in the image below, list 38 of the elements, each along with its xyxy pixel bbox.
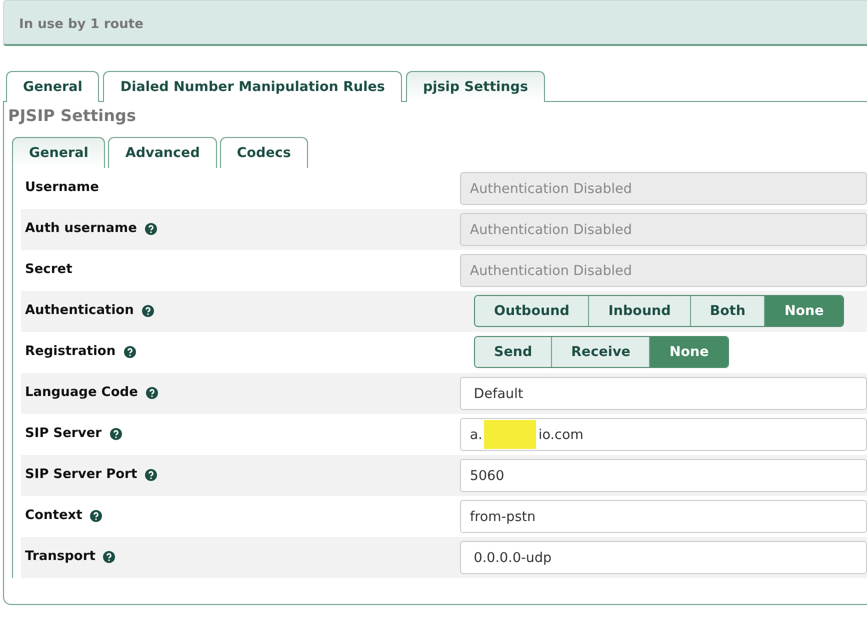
help-icon[interactable] <box>90 510 102 522</box>
tab[interactable]: General <box>6 71 100 102</box>
field-label: Authentication <box>25 303 134 318</box>
toggle-option[interactable]: Send <box>475 337 552 367</box>
field-label: SIP Server Port <box>25 467 138 482</box>
input-field[interactable]: from-pstn <box>460 500 867 533</box>
help-icon[interactable] <box>146 386 158 398</box>
redaction-mark <box>484 420 536 449</box>
field-label: SIP Server <box>25 426 102 441</box>
tab[interactable]: pjsip Settings <box>406 71 545 102</box>
help-icon[interactable] <box>124 346 136 358</box>
input-field[interactable]: 5060 <box>460 459 867 492</box>
help-icon[interactable] <box>103 550 116 562</box>
field-label: Context <box>25 508 82 523</box>
field-label: Secret <box>25 262 72 277</box>
toggle-option[interactable]: Receive <box>551 337 650 367</box>
toggle-option[interactable]: Both <box>690 296 764 326</box>
tab[interactable]: Codecs <box>220 137 308 168</box>
field-label: Auth username <box>25 221 137 236</box>
help-icon[interactable] <box>145 468 158 480</box>
toggle-option[interactable]: None <box>764 296 843 326</box>
banner-text: In use by 1 route <box>19 17 144 32</box>
help-icon[interactable] <box>110 428 122 440</box>
select-field[interactable]: 0.0.0.0-udp <box>460 541 867 574</box>
field-label: Transport <box>25 549 96 564</box>
tab[interactable]: Advanced <box>108 137 217 168</box>
toggle-option[interactable]: None <box>649 337 728 367</box>
select-field[interactable]: Default <box>460 377 867 410</box>
tab[interactable]: Dialed Number Manipulation Rules <box>103 71 402 102</box>
field-label: Username <box>25 180 99 195</box>
field-label: Language Code <box>25 385 138 400</box>
tab[interactable]: General <box>12 137 106 168</box>
help-icon[interactable] <box>142 304 154 316</box>
field-label: Registration <box>25 344 116 359</box>
section-title: PJSIP Settings <box>8 106 137 125</box>
toggle-option[interactable]: Inbound <box>588 296 690 326</box>
toggle-option[interactable]: Outbound <box>475 296 588 326</box>
input-field[interactable]: a. io.com <box>460 418 867 451</box>
